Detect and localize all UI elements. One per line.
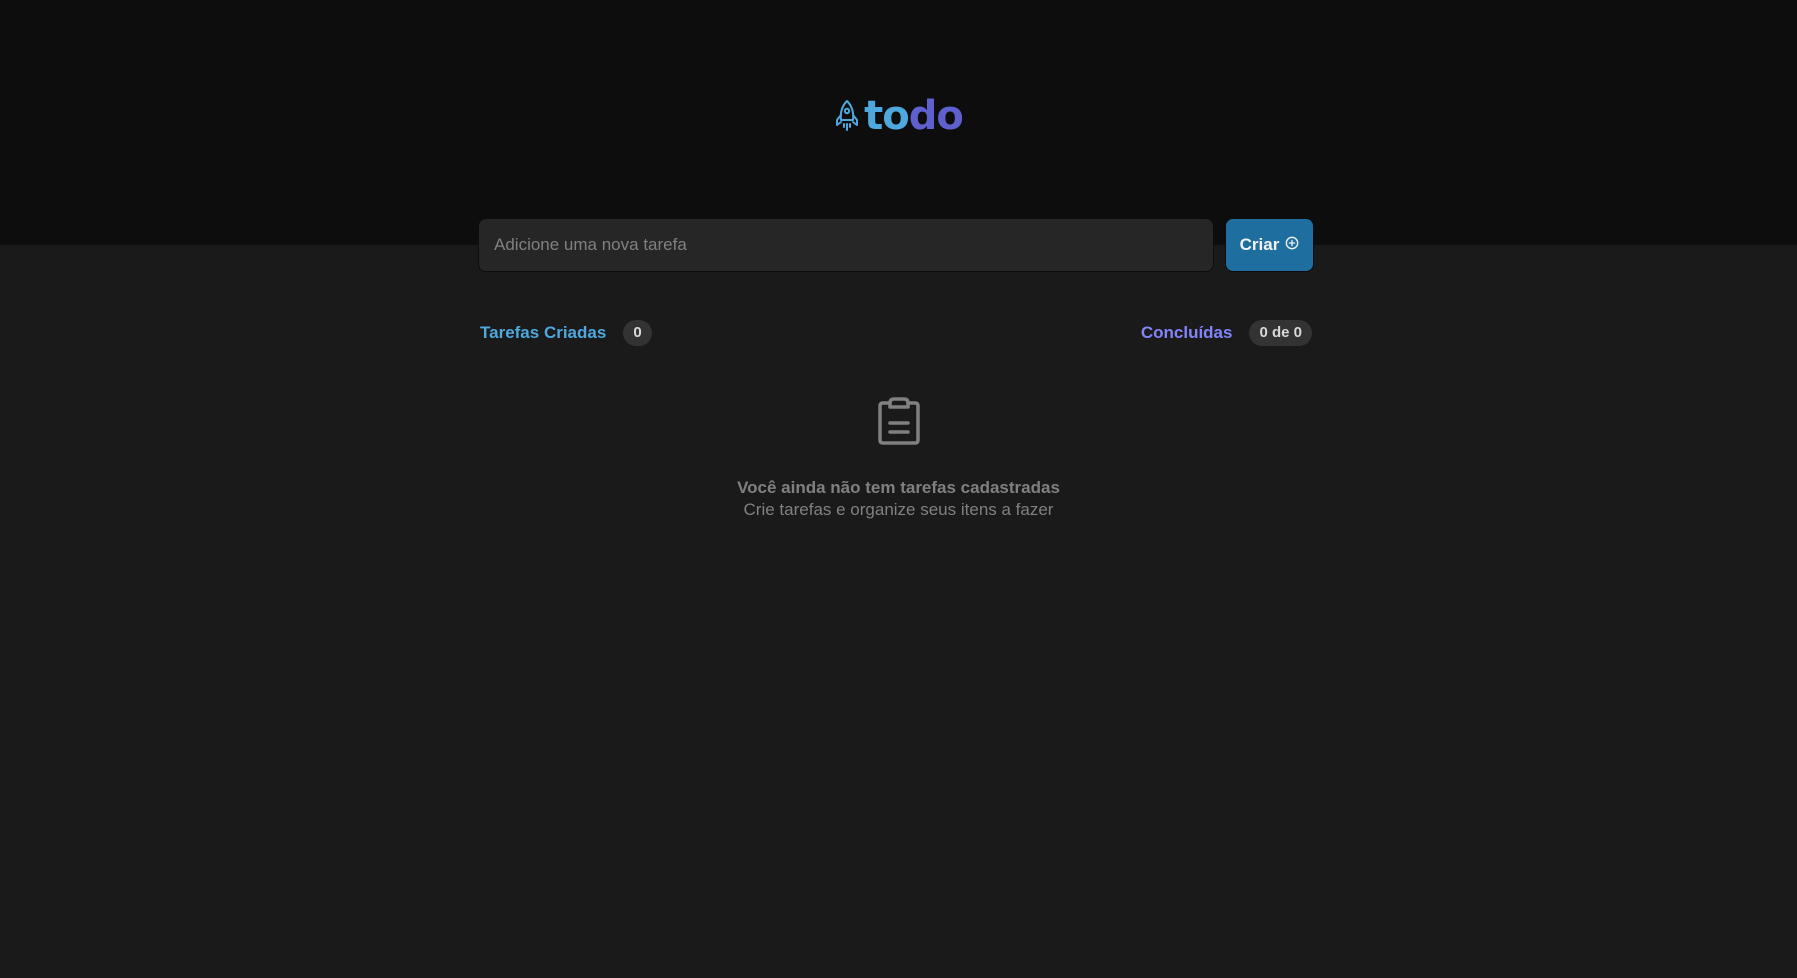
create-task-form: Criar	[478, 218, 1314, 272]
created-tasks-label: Tarefas Criadas	[480, 323, 607, 342]
done-counter: Concluídas 0 de 0	[1141, 320, 1312, 346]
created-count-badge: 0	[623, 320, 652, 346]
clipboard-icon	[877, 396, 921, 451]
app-logo: todo	[0, 96, 1797, 136]
done-tasks-label: Concluídas	[1140, 323, 1233, 342]
create-button[interactable]: Criar	[1225, 218, 1314, 272]
rocket-icon	[834, 99, 860, 133]
empty-state-title: Você ainda não tem tarefas cadastradas	[737, 478, 1060, 497]
logo-text-do: do	[908, 93, 964, 139]
logo-text: todo	[864, 93, 964, 139]
new-task-input[interactable]	[478, 218, 1214, 272]
create-button-label: Criar	[1239, 235, 1280, 254]
created-counter: Tarefas Criadas 0	[480, 320, 652, 346]
logo-text-to: to	[864, 93, 910, 139]
task-counters: Tarefas Criadas 0 Concluídas 0 de 0	[480, 320, 1312, 346]
plus-circle-icon	[1285, 235, 1299, 255]
done-count-badge: 0 de 0	[1249, 320, 1312, 346]
empty-state: Você ainda não tem tarefas cadastradas C…	[0, 396, 1797, 521]
empty-state-subtitle: Crie tarefas e organize seus itens a faz…	[743, 500, 1054, 519]
